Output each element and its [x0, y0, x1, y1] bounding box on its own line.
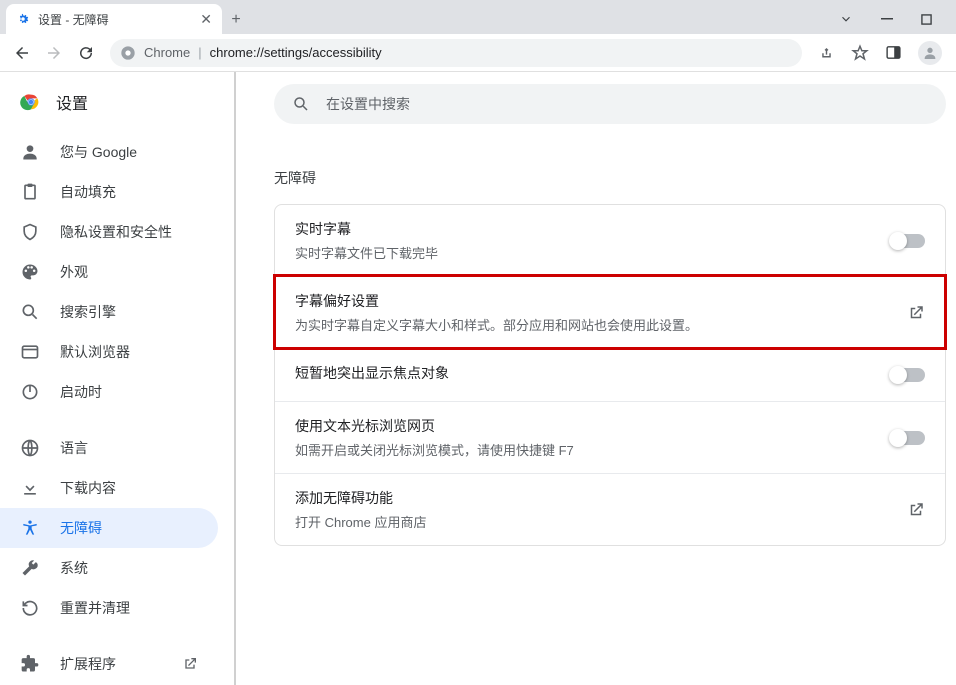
- row-focus-highlight: 短暂地突出显示焦点对象: [275, 348, 945, 401]
- row-add-accessibility[interactable]: 添加无障碍功能 打开 Chrome 应用商店: [275, 473, 945, 545]
- sidebar-item-downloads[interactable]: 下载内容: [0, 468, 218, 508]
- section-title: 无障碍: [274, 168, 956, 188]
- close-icon[interactable]: ✕: [200, 11, 212, 28]
- row-desc: 打开 Chrome 应用商店: [295, 512, 907, 531]
- sidebar-scrollbar[interactable]: [234, 72, 236, 685]
- extension-icon: [20, 654, 40, 674]
- row-desc: 实时字幕文件已下载完毕: [295, 243, 891, 262]
- sidebar-item-label: 外观: [60, 262, 88, 282]
- sidebar-item-label: 搜索引擎: [60, 302, 116, 322]
- restore-icon: [20, 598, 40, 618]
- accessibility-icon: [20, 518, 40, 538]
- globe-icon: [20, 438, 40, 458]
- download-icon: [20, 478, 40, 498]
- sidebar-item-label: 无障碍: [60, 518, 102, 538]
- sidebar-item-label: 自动填充: [60, 182, 116, 202]
- settings-search[interactable]: 在设置中搜索: [274, 84, 946, 124]
- row-title: 实时字幕: [295, 219, 891, 239]
- gear-icon: [16, 12, 30, 26]
- sidebar-item-you-and-google[interactable]: 您与 Google: [0, 132, 218, 172]
- sidebar-item-label: 隐私设置和安全性: [60, 222, 172, 242]
- sidebar-item-label: 语言: [60, 438, 88, 458]
- browser-icon: [20, 342, 40, 362]
- reload-button[interactable]: [72, 39, 100, 67]
- omnibox-scheme: Chrome: [144, 45, 190, 60]
- open-in-new-icon: [182, 656, 198, 672]
- toggle-focus-highlight[interactable]: [891, 368, 925, 382]
- row-desc: 如需开启或关闭光标浏览模式，请使用快捷键 F7: [295, 440, 891, 459]
- row-live-caption: 实时字幕 实时字幕文件已下载完毕: [275, 205, 945, 276]
- chrome-logo-icon: [20, 91, 42, 113]
- clipboard-icon: [20, 182, 40, 202]
- minimize-icon[interactable]: [881, 13, 893, 25]
- sidebar-item-reset[interactable]: 重置并清理: [0, 588, 218, 628]
- sidebar-item-startup[interactable]: 启动时: [0, 372, 218, 412]
- search-icon: [20, 302, 40, 322]
- new-tab-button[interactable]: +: [222, 6, 250, 34]
- sidebar-item-privacy[interactable]: 隐私设置和安全性: [0, 212, 218, 252]
- sidebar-item-system[interactable]: 系统: [0, 548, 218, 588]
- side-panel-icon[interactable]: [885, 44, 902, 61]
- chrome-icon: [120, 45, 136, 61]
- sidebar-item-label: 重置并清理: [60, 598, 130, 618]
- sidebar-item-label: 扩展程序: [60, 654, 116, 674]
- window-controls: [839, 4, 956, 34]
- person-icon: [20, 142, 40, 162]
- sidebar-item-default-browser[interactable]: 默认浏览器: [0, 332, 218, 372]
- open-in-new-icon: [907, 304, 925, 322]
- sidebar-item-label: 启动时: [60, 382, 102, 402]
- sidebar-header: 设置: [0, 84, 236, 132]
- search-placeholder: 在设置中搜索: [326, 94, 410, 114]
- sidebar-item-label: 您与 Google: [60, 142, 137, 162]
- palette-icon: [20, 262, 40, 282]
- sidebar-item-extensions[interactable]: 扩展程序: [0, 644, 218, 684]
- sidebar-item-label: 下载内容: [60, 478, 116, 498]
- search-icon: [292, 95, 310, 113]
- sidebar-item-label: 系统: [60, 558, 88, 578]
- back-button[interactable]: [8, 39, 36, 67]
- row-desc: 为实时字幕自定义字幕大小和样式。部分应用和网站也会使用此设置。: [295, 315, 907, 334]
- sidebar-item-autofill[interactable]: 自动填充: [0, 172, 218, 212]
- power-icon: [20, 382, 40, 402]
- row-caret-browsing: 使用文本光标浏览网页 如需开启或关闭光标浏览模式，请使用快捷键 F7: [275, 401, 945, 473]
- wrench-icon: [20, 558, 40, 578]
- chevron-down-icon[interactable]: [839, 12, 853, 26]
- sidebar-item-appearance[interactable]: 外观: [0, 252, 218, 292]
- sidebar-item-search[interactable]: 搜索引擎: [0, 292, 218, 332]
- sidebar-item-label: 默认浏览器: [60, 342, 130, 362]
- omnibox-separator: |: [198, 45, 201, 60]
- accessibility-card: 实时字幕 实时字幕文件已下载完毕 字幕偏好设置 为实时字幕自定义字幕大小和样式。…: [274, 204, 946, 546]
- forward-button[interactable]: [40, 39, 68, 67]
- row-title: 短暂地突出显示焦点对象: [295, 363, 891, 383]
- settings-sidebar: 设置 您与 Google 自动填充 隐私设置和安全性 外观 搜索引擎 默认浏览器: [0, 72, 236, 685]
- toggle-caret-browsing[interactable]: [891, 431, 925, 445]
- settings-main: 在设置中搜索 无障碍 实时字幕 实时字幕文件已下载完毕 字幕偏好设置 为实时字幕…: [236, 72, 956, 685]
- window-titlebar: 设置 - 无障碍 ✕ +: [0, 0, 956, 34]
- shield-icon: [20, 222, 40, 242]
- tab-title: 设置 - 无障碍: [38, 11, 192, 28]
- row-title: 使用文本光标浏览网页: [295, 416, 891, 436]
- maximize-icon[interactable]: [921, 14, 932, 25]
- sidebar-item-languages[interactable]: 语言: [0, 428, 218, 468]
- row-caption-preferences[interactable]: 字幕偏好设置 为实时字幕自定义字幕大小和样式。部分应用和网站也会使用此设置。: [275, 276, 945, 348]
- bookmark-icon[interactable]: [851, 44, 869, 62]
- sidebar-item-accessibility[interactable]: 无障碍: [0, 508, 218, 548]
- profile-avatar[interactable]: [918, 41, 942, 65]
- row-title: 添加无障碍功能: [295, 488, 907, 508]
- sidebar-title: 设置: [56, 90, 88, 114]
- toggle-live-caption[interactable]: [891, 234, 925, 248]
- browser-tab[interactable]: 设置 - 无障碍 ✕: [6, 4, 222, 34]
- address-bar[interactable]: Chrome | chrome://settings/accessibility: [110, 39, 802, 67]
- row-title: 字幕偏好设置: [295, 291, 907, 311]
- open-in-new-icon: [907, 501, 925, 519]
- browser-toolbar: Chrome | chrome://settings/accessibility: [0, 34, 956, 72]
- omnibox-url: chrome://settings/accessibility: [210, 45, 382, 60]
- share-icon[interactable]: [818, 44, 835, 61]
